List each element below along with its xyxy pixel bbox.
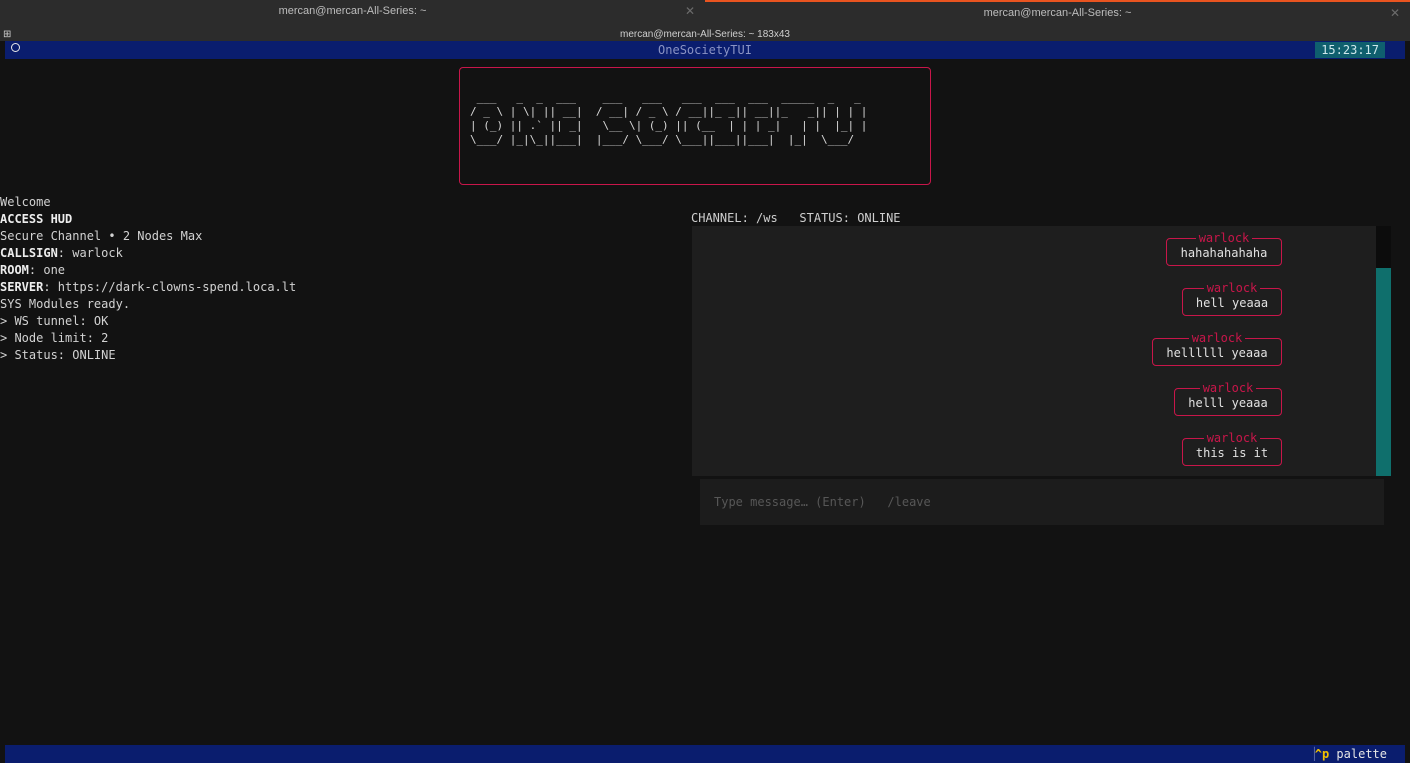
chat-scrollbar[interactable]: [1376, 226, 1391, 476]
sys-line: SYS Modules ready.: [0, 297, 131, 311]
new-tab-icon[interactable]: ⊞: [3, 28, 11, 41]
ws-tunnel-line: > WS tunnel: OK: [0, 314, 109, 328]
message-bubble: warlock hell yeaaa: [1182, 281, 1282, 316]
message-text: hell yeaaa: [1195, 296, 1269, 310]
node-limit-line: > Node limit: 2: [0, 331, 109, 345]
terminal-tab-bar: mercan@mercan-All-Series: ~ ✕ mercan@mer…: [0, 0, 1410, 30]
message-bubble: warlock hahahahahaha: [1166, 231, 1282, 266]
composer: [700, 479, 1384, 525]
message-text: hellllll yeaaa: [1166, 346, 1268, 360]
window-title-bar: ⊞ mercan@mercan-All-Series: ~ 183x43: [0, 28, 1410, 41]
message-text: hahahahahaha: [1180, 246, 1268, 260]
channel-status: STATUS: ONLINE: [799, 211, 901, 225]
channel-bar: CHANNEL: /ws STATUS: ONLINE: [691, 210, 901, 227]
message-text: helll yeaaa: [1188, 396, 1268, 410]
hud-title: ACCESS HUD: [0, 212, 73, 226]
message-author: warlock: [1203, 431, 1261, 445]
app-footer: ▕^p palette: [5, 745, 1405, 763]
channel-label: CHANNEL: /ws: [691, 211, 778, 225]
server-line: SERVER: https://dark-clowns-spend.loca.l…: [0, 280, 297, 294]
palette-key: ^p: [1314, 747, 1330, 761]
message-bubble: warlock helll yeaaa: [1174, 381, 1282, 416]
access-hud: Welcome ACCESS HUD Secure Channel • 2 No…: [0, 194, 680, 364]
close-icon[interactable]: ✕: [1390, 2, 1400, 24]
welcome-text: Welcome: [0, 195, 51, 209]
app-header: OneSocietyTUI 15:23:17: [5, 41, 1405, 59]
status-line: > Status: ONLINE: [0, 348, 116, 362]
terminal-tab-2[interactable]: mercan@mercan-All-Series: ~ ✕: [705, 0, 1410, 30]
palette-label: palette: [1329, 747, 1387, 761]
app-title: OneSocietyTUI: [658, 43, 752, 57]
message-author: warlock: [1203, 281, 1261, 295]
message-bubble: warlock this is it: [1182, 431, 1282, 466]
terminal-tab-1[interactable]: mercan@mercan-All-Series: ~ ✕: [0, 0, 705, 28]
ascii-logo: ___ _ _ ___ ___ ___ ___ ___ ___ _____ _ …: [470, 91, 868, 146]
terminal-tab-label: mercan@mercan-All-Series: ~: [278, 5, 427, 17]
clock: 15:23:17: [1315, 42, 1385, 58]
scrollbar-thumb[interactable]: [1376, 268, 1391, 476]
message-author: warlock: [1188, 331, 1246, 345]
callsign-line: CALLSIGN: warlock: [0, 246, 123, 260]
window-title: mercan@mercan-All-Series: ~ 183x43: [620, 29, 790, 40]
chat-log[interactable]: warlock hahahahahaha warlock hell yeaaa …: [692, 226, 1376, 476]
message-text: this is it: [1195, 446, 1269, 460]
terminal-tab-label: mercan@mercan-All-Series: ~: [983, 7, 1132, 19]
room-line: ROOM: one: [0, 263, 66, 277]
message-author: warlock: [1195, 231, 1253, 245]
close-icon[interactable]: ✕: [685, 0, 695, 22]
message-author: warlock: [1199, 381, 1257, 395]
secure-channel-line: Secure Channel • 2 Nodes Max: [0, 229, 203, 243]
palette-shortcut[interactable]: ▕^p palette: [1308, 745, 1387, 763]
message-bubble: warlock hellllll yeaaa: [1152, 331, 1282, 366]
message-input[interactable]: [714, 493, 1354, 511]
